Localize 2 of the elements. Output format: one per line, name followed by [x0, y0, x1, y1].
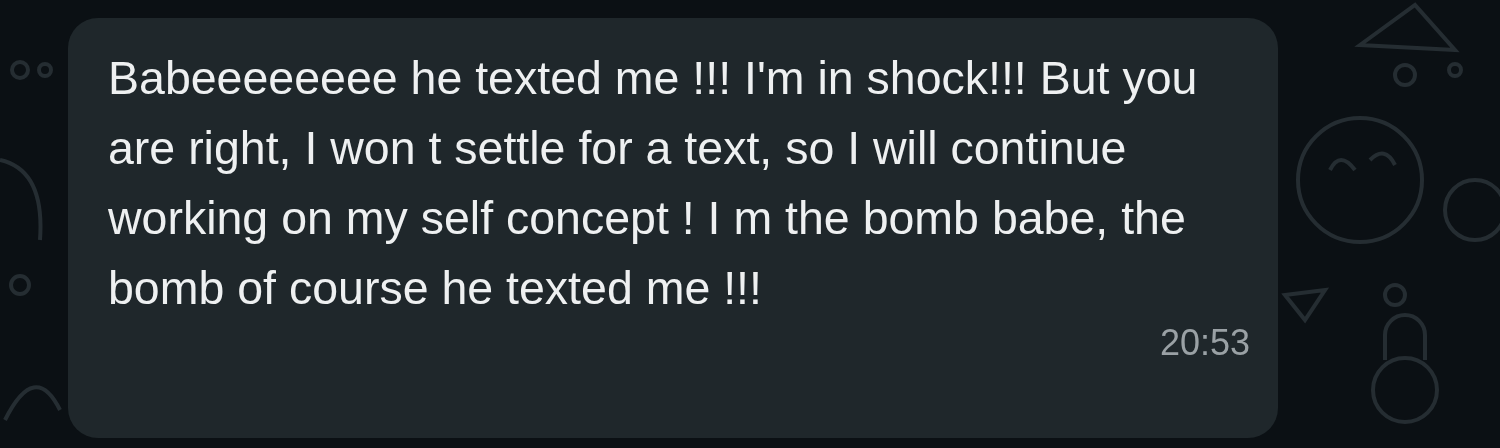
message-text: Babeeeeeeee he texted me !!! I'm in shock!!! But you are right, I won t settle for a text, so I will continue working on my self concept ! I m the bomb babe, the bomb of course he texted me !!!	[108, 51, 1199, 316]
message-time: 20:53	[1159, 323, 1250, 363]
